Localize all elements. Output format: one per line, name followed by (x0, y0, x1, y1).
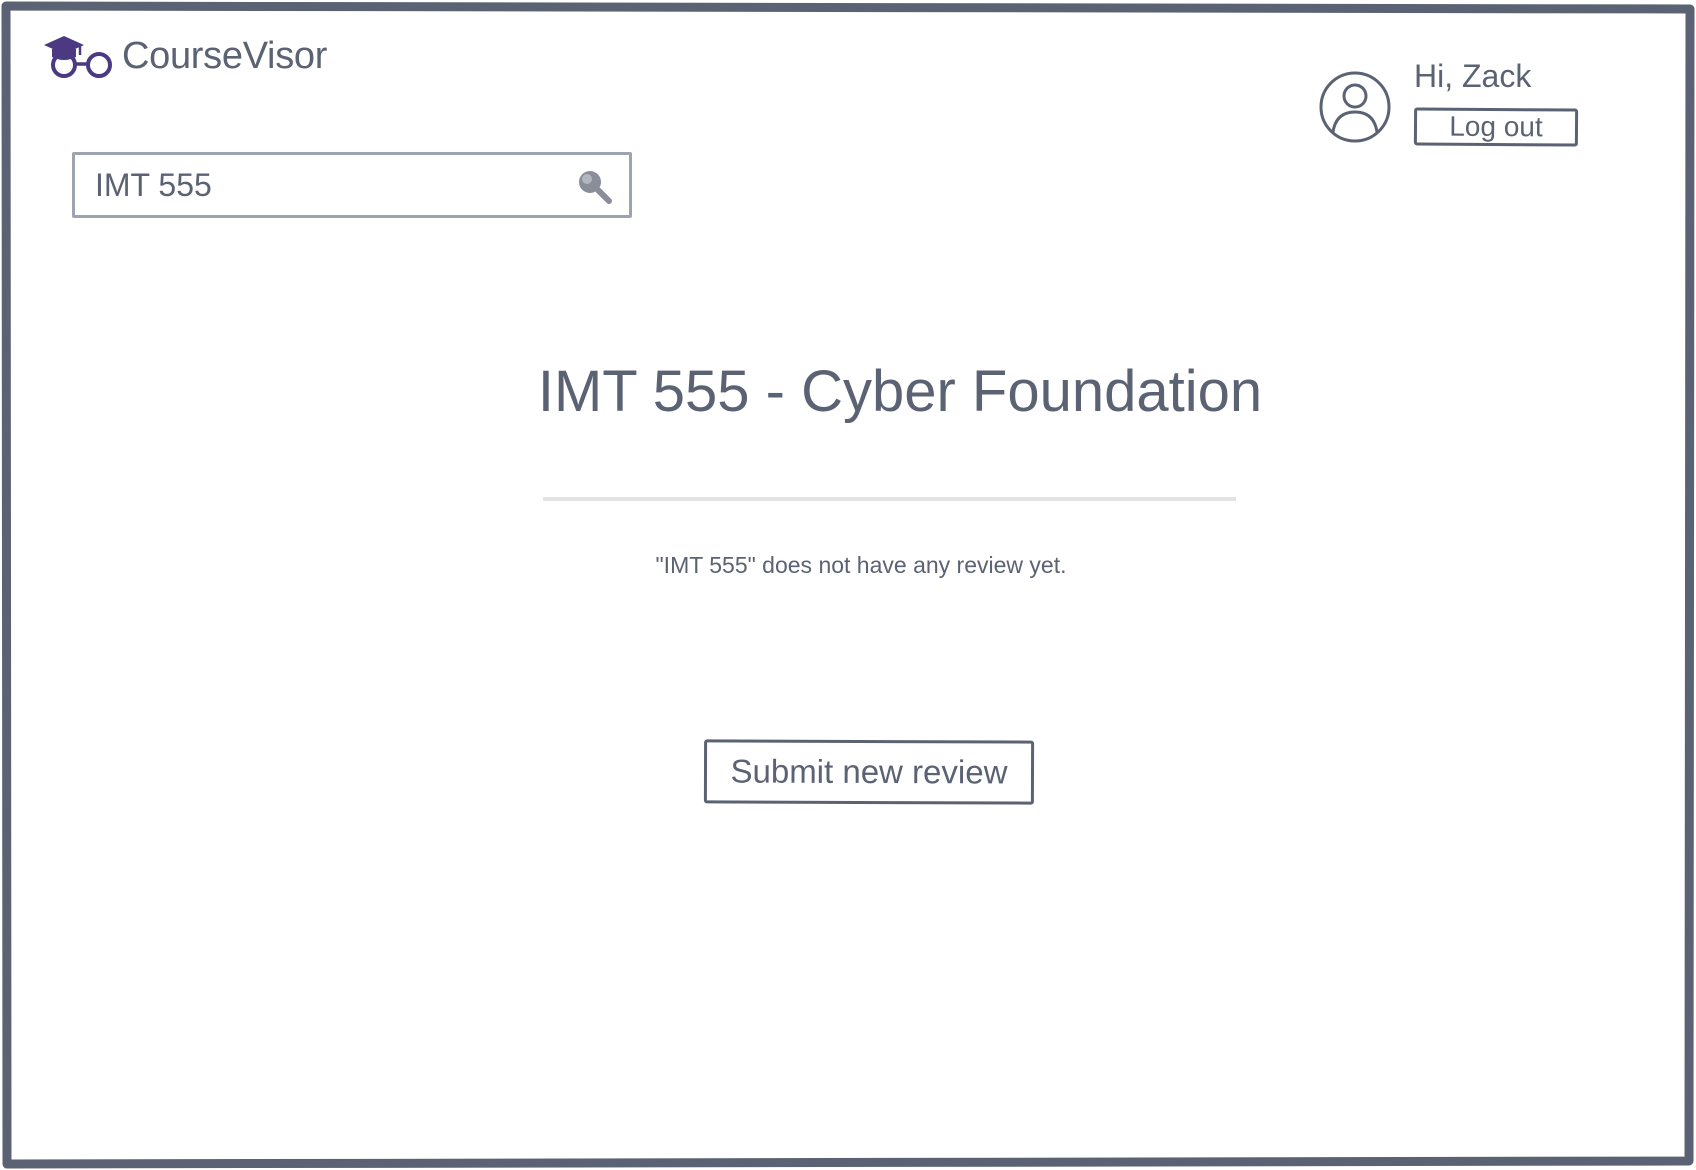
user-area: Hi, Zack Log out (1318, 58, 1618, 158)
search-icon[interactable] (575, 167, 615, 207)
course-title: IMT 555 - Cyber Foundation (537, 359, 1263, 424)
title-divider (543, 497, 1236, 501)
app-name: CourseVisor (122, 34, 328, 77)
app-logo[interactable]: CourseVisor (40, 33, 327, 79)
user-greeting: Hi, Zack (1414, 58, 1532, 94)
submit-review-button[interactable]: Submit new review (703, 739, 1035, 805)
graduation-cap-glasses-icon (40, 33, 116, 79)
no-reviews-message: "IMT 555" does not have any review yet. (655, 552, 1067, 578)
search-input[interactable] (95, 155, 545, 215)
logout-button[interactable]: Log out (1413, 107, 1579, 147)
search-bar (72, 152, 632, 218)
user-avatar-icon[interactable] (1318, 70, 1392, 144)
